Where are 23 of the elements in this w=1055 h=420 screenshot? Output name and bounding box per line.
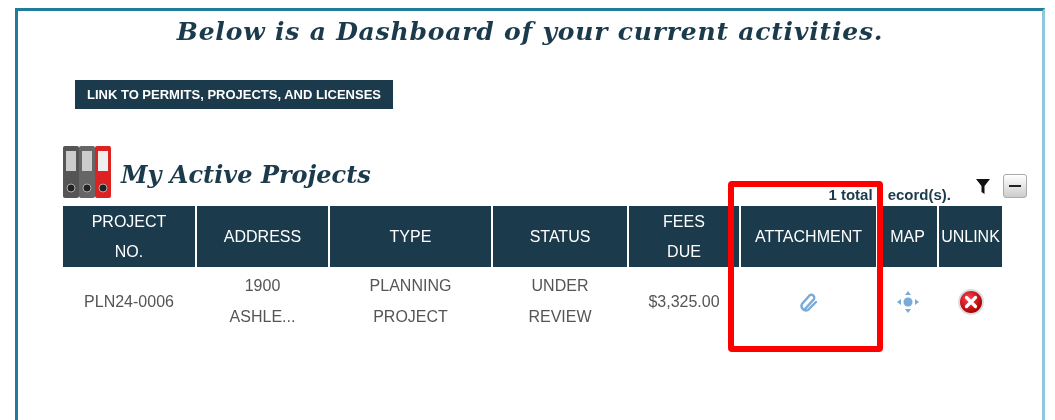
column-header: ADDRESS xyxy=(223,226,302,247)
table-cell-text: $3,325.00 xyxy=(648,291,720,312)
paperclip-icon[interactable] xyxy=(797,291,820,314)
column-header: MAP xyxy=(890,226,925,247)
column-header: FEES DUE xyxy=(662,211,706,262)
table-cell-text: PLN24-0006 xyxy=(84,291,174,312)
collapse-button[interactable] xyxy=(1003,174,1027,198)
table-cell-text: 1900 ASHLE... xyxy=(228,276,297,327)
column-header: STATUS xyxy=(529,226,591,247)
table-cell-text: PLANNING PROJECT xyxy=(368,276,453,327)
column-header: PROJECT NO. xyxy=(90,211,168,262)
column-header: UNLINK xyxy=(941,226,1000,247)
record-count: 1 total xyxy=(828,186,873,204)
remove-icon[interactable] xyxy=(956,288,985,317)
page-title: Below is a Dashboard of your current activities. xyxy=(175,16,885,48)
table-cell-text: UNDER REVIEW xyxy=(527,276,593,327)
column-header: ATTACHMENT xyxy=(755,226,862,247)
binders-icon xyxy=(63,146,111,198)
link-permits-button[interactable]: LINK TO PERMITS, PROJECTS, AND LICENSES xyxy=(75,80,393,109)
filter-icon[interactable] xyxy=(976,179,990,194)
record-count: ecord(s). xyxy=(887,186,951,204)
section-title: My Active Projects xyxy=(121,160,371,190)
column-header: TYPE xyxy=(389,226,432,247)
